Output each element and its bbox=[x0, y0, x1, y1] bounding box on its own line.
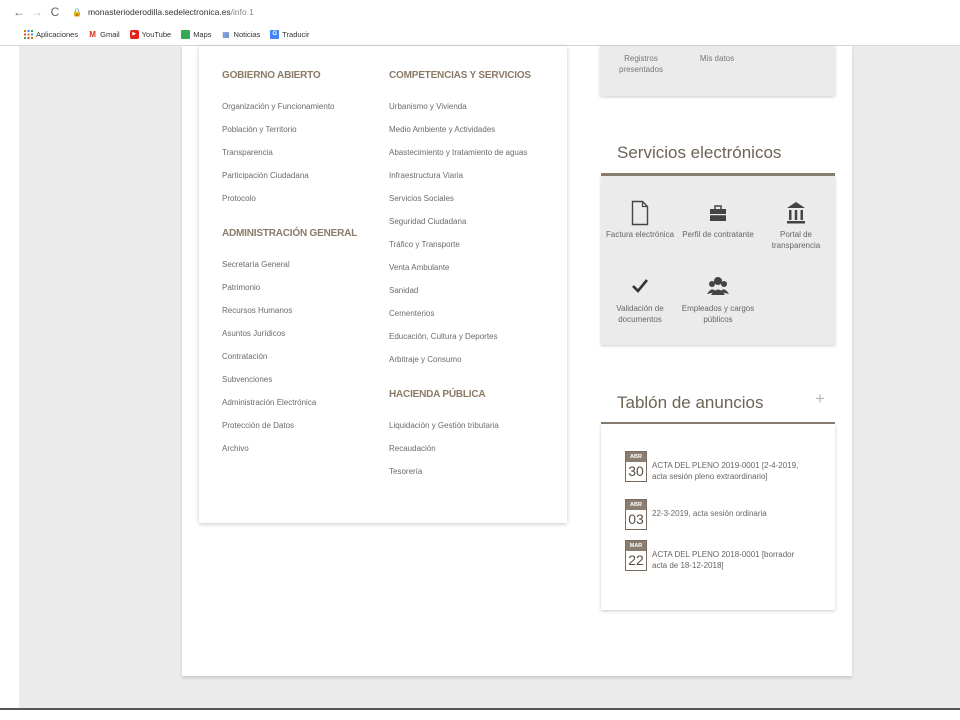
url-domain: monasterioderodilla.sedelectronica.es bbox=[87, 7, 231, 17]
notice-item[interactable]: ABR 30 ACTA DEL PLENO 2019-0001 [2-4-201… bbox=[625, 451, 810, 482]
bookmark-youtube[interactable]: ▶ YouTube bbox=[129, 30, 171, 39]
bookmark-traducir[interactable]: G Traducir bbox=[270, 30, 309, 39]
menu-link[interactable]: Población y Territorio bbox=[222, 125, 297, 134]
menu-link[interactable]: Liquidación y Gestión tributaria bbox=[389, 421, 499, 430]
briefcase-icon bbox=[679, 200, 757, 228]
menu-link[interactable]: Participación Ciudadana bbox=[222, 171, 309, 180]
menu-link[interactable]: Urbanismo y Vivienda bbox=[389, 102, 467, 111]
plus-icon[interactable]: + bbox=[815, 389, 825, 409]
url-field[interactable]: 🔒 monasterioderodilla.sedelectronica.es … bbox=[72, 7, 254, 17]
notice-item[interactable]: MAR 22 ACTA DEL PLENO 2018-0001 [borrado… bbox=[625, 540, 810, 571]
menu-heading-hacienda-publica[interactable]: HACIENDA PÚBLICA bbox=[389, 389, 486, 400]
window-bottom-bar bbox=[0, 708, 960, 720]
menu-link[interactable]: Subvenciones bbox=[222, 375, 272, 384]
people-icon bbox=[679, 274, 757, 302]
service-validacion[interactable]: Validación de documentos bbox=[601, 274, 679, 325]
news-icon: ▦ bbox=[222, 30, 230, 39]
menu-link[interactable]: Administración Electrónica bbox=[222, 398, 316, 407]
menu-link[interactable]: Organización y Funcionamiento bbox=[222, 102, 335, 111]
menu-link[interactable]: Medio Ambiente y Actividades bbox=[389, 125, 495, 134]
back-arrow-icon[interactable]: ← bbox=[10, 5, 28, 19]
bookmark-noticias[interactable]: ▦ Noticias bbox=[222, 30, 260, 39]
calendar-date-badge: ABR 30 bbox=[625, 451, 647, 482]
apps-grid-icon bbox=[24, 30, 33, 39]
service-portal-transparencia[interactable]: Portal de transparencia bbox=[757, 200, 835, 251]
youtube-icon: ▶ bbox=[129, 30, 139, 39]
navigation-dropdown-menu: GOBIERNO ABIERTO Organización y Funciona… bbox=[199, 46, 567, 523]
service-empleados[interactable]: Empleados y cargos públicos bbox=[679, 274, 757, 325]
menu-link[interactable]: Transparencia bbox=[222, 148, 273, 157]
service-perfil-contratante[interactable]: Perfil de contratante bbox=[679, 200, 757, 240]
reload-icon[interactable]: C bbox=[46, 5, 64, 19]
forward-arrow-icon[interactable]: → bbox=[28, 5, 46, 19]
notice-text[interactable]: ACTA DEL PLENO 2018-0001 [borrador acta … bbox=[652, 549, 810, 571]
menu-heading-gobierno-abierto[interactable]: GOBIERNO ABIERTO bbox=[222, 70, 321, 81]
calendar-date-badge: MAR 22 bbox=[625, 540, 647, 571]
notice-text[interactable]: 22-3-2019, acta sesión ordinaria bbox=[652, 508, 810, 519]
lock-icon: 🔒 bbox=[72, 7, 82, 17]
menu-link[interactable]: Recursos Humanos bbox=[222, 306, 292, 315]
menu-heading-competencias[interactable]: COMPETENCIAS Y SERVICIOS bbox=[389, 70, 531, 81]
menu-link[interactable]: Secretaría General bbox=[222, 260, 290, 269]
menu-heading-administracion-general[interactable]: ADMINISTRACIÓN GENERAL bbox=[222, 228, 357, 239]
translate-icon: G bbox=[270, 30, 280, 39]
menu-link[interactable]: Protección de Datos bbox=[222, 421, 294, 430]
menu-link[interactable]: Patrimonio bbox=[222, 283, 260, 292]
menu-link[interactable]: Educación, Cultura y Deportes bbox=[389, 332, 498, 341]
menu-link[interactable]: Cementerios bbox=[389, 309, 434, 318]
services-card: Factura electrónica Perfil de contratant… bbox=[601, 176, 835, 345]
user-shortcuts-card: Registros presentados Mis datos bbox=[600, 46, 835, 96]
menu-link[interactable]: Recaudación bbox=[389, 444, 436, 453]
servicios-title: Servicios electrónicos bbox=[617, 143, 782, 162]
menu-link[interactable]: Venta Ambulante bbox=[389, 263, 450, 272]
menu-link[interactable]: Archivo bbox=[222, 444, 249, 453]
menu-link[interactable]: Asuntos Jurídicos bbox=[222, 329, 285, 338]
bookmark-apps[interactable]: Aplicaciones bbox=[24, 30, 78, 39]
maps-icon bbox=[181, 30, 191, 39]
bookmarks-bar: Aplicaciones M Gmail ▶ YouTube Maps ▦ No… bbox=[0, 24, 960, 46]
menu-link[interactable]: Sanidad bbox=[389, 286, 418, 295]
checkmark-icon bbox=[601, 274, 679, 302]
menu-link[interactable]: Tráfico y Transporte bbox=[389, 240, 460, 249]
menu-link[interactable]: Arbitraje y Consumo bbox=[389, 355, 461, 364]
calendar-date-badge: ABR 03 bbox=[625, 499, 647, 530]
bookmark-maps[interactable]: Maps bbox=[181, 30, 212, 39]
menu-link[interactable]: Infraestructura Viaria bbox=[389, 171, 463, 180]
service-factura[interactable]: Factura electrónica bbox=[601, 200, 679, 240]
browser-address-bar: ← → C 🔒 monasterioderodilla.sedelectroni… bbox=[0, 0, 960, 24]
notice-text[interactable]: ACTA DEL PLENO 2019-0001 [2-4-2019, acta… bbox=[652, 460, 810, 482]
institution-icon bbox=[757, 200, 835, 228]
url-path: /info.1 bbox=[230, 7, 254, 17]
menu-link[interactable]: Seguridad Ciudadana bbox=[389, 217, 466, 226]
menu-link[interactable]: Abastecimiento y tratamiento de aguas bbox=[389, 148, 527, 157]
registros-presentados-link[interactable]: Registros presentados bbox=[614, 53, 668, 75]
page-left-strip bbox=[0, 46, 19, 708]
document-icon bbox=[601, 200, 679, 228]
menu-link[interactable]: Servicios Sociales bbox=[389, 194, 454, 203]
menu-link[interactable]: Protocolo bbox=[222, 194, 256, 203]
notice-item[interactable]: ABR 03 22-3-2019, acta sesión ordinaria bbox=[625, 499, 810, 530]
gmail-icon: M bbox=[89, 30, 96, 39]
bookmark-gmail[interactable]: M Gmail bbox=[88, 30, 119, 39]
menu-link[interactable]: Contratación bbox=[222, 352, 267, 361]
mis-datos-link[interactable]: Mis datos bbox=[692, 53, 742, 64]
menu-link[interactable]: Tesorería bbox=[389, 467, 422, 476]
tablon-title: Tablón de anuncios bbox=[617, 393, 764, 412]
